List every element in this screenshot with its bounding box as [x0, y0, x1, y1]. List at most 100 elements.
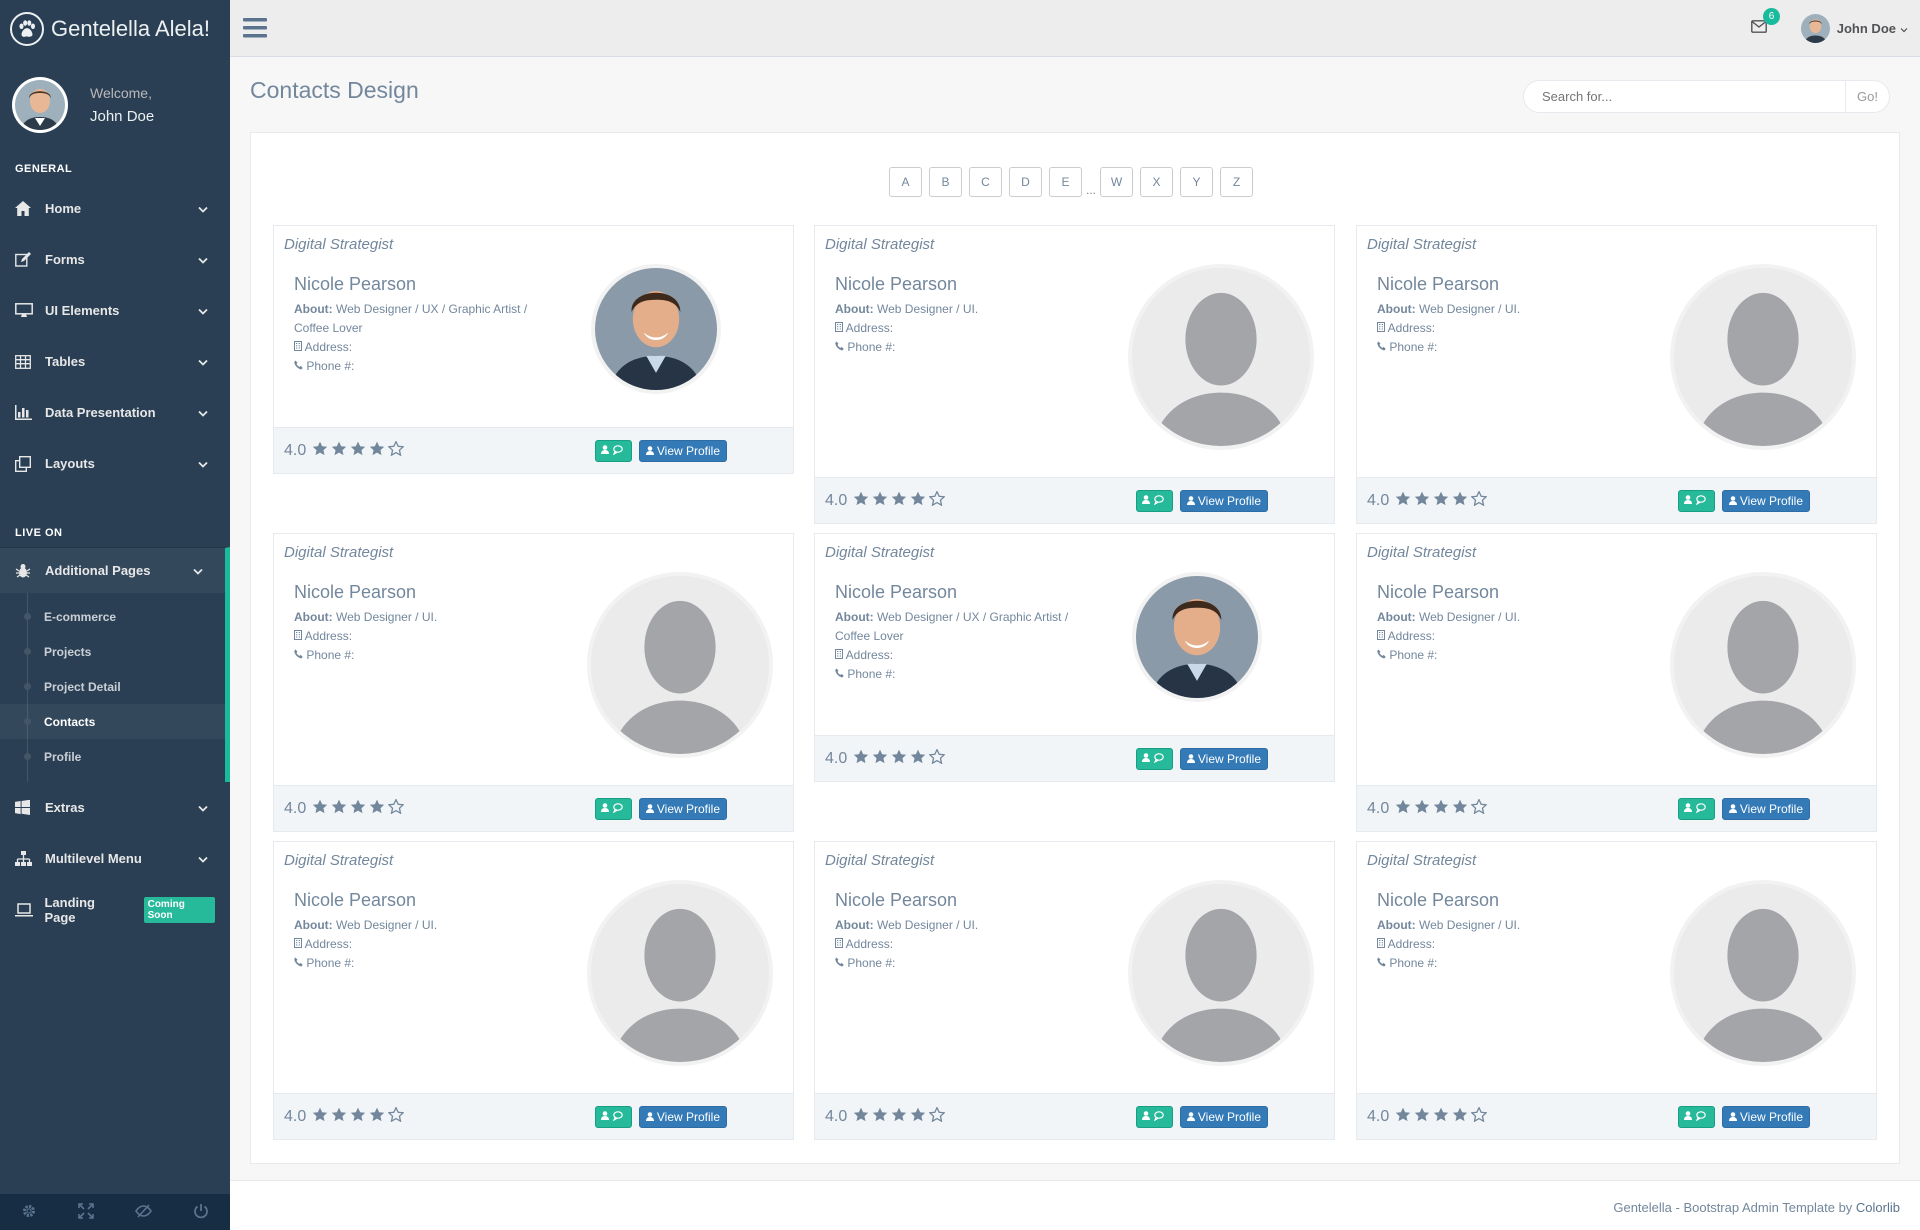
chevron-down-icon — [198, 303, 208, 318]
contact-card-footer: 4.0 View Profile — [815, 477, 1334, 523]
view-profile-button[interactable]: View Profile — [638, 440, 727, 462]
eye-slash-icon[interactable] — [135, 1203, 153, 1222]
building-icon — [1377, 629, 1385, 643]
letter-button-x[interactable]: X — [1140, 167, 1174, 197]
message-button[interactable] — [1677, 490, 1715, 512]
view-profile-button[interactable]: View Profile — [1179, 490, 1268, 512]
submenu-item-contacts[interactable]: Contacts — [0, 704, 225, 739]
submenu-item-projects[interactable]: Projects — [0, 634, 225, 669]
contact-photo — [1128, 880, 1314, 1066]
sidebar-profile: Welcome, John Doe — [0, 57, 230, 145]
rating-value: 4.0 — [1367, 492, 1390, 509]
view-profile-label: View Profile — [1197, 752, 1261, 766]
sidebar-item-landing-page[interactable]: Landing Page Coming Soon — [0, 884, 230, 935]
star-icon — [312, 799, 328, 819]
search-go-button[interactable]: Go! — [1845, 81, 1889, 112]
user-icon — [1684, 495, 1693, 507]
contact-phone: Phone #: — [1389, 956, 1438, 970]
search-input[interactable] — [1524, 81, 1845, 112]
message-button[interactable] — [594, 1106, 632, 1128]
submenu-item-e-commerce[interactable]: E-commerce — [0, 599, 225, 634]
sidebar-item-home[interactable]: Home — [0, 183, 230, 234]
sidebar-footer — [0, 1194, 230, 1230]
star-icon — [1414, 491, 1430, 511]
star-icon — [1395, 799, 1411, 819]
mail-notification[interactable]: 6 — [1751, 8, 1780, 36]
submenu-item-project-detail[interactable]: Project Detail — [0, 669, 225, 704]
sidebar-item-forms[interactable]: Forms — [0, 234, 230, 285]
about-label: About: — [1377, 610, 1416, 624]
sidebar-item-tables[interactable]: Tables — [0, 336, 230, 387]
contact-card-footer: 4.0 View Profile — [274, 427, 793, 473]
message-button[interactable] — [1135, 1106, 1173, 1128]
contact-role: Digital Strategist — [284, 544, 394, 561]
comments-icon — [1695, 494, 1708, 508]
avatar[interactable] — [12, 77, 68, 133]
sidebar-item-label: Additional Pages — [45, 563, 151, 578]
contact-phone: Phone #: — [306, 359, 355, 373]
fullscreen-icon[interactable] — [78, 1202, 94, 1222]
user-icon — [601, 445, 610, 457]
contact-role: Digital Strategist — [1367, 236, 1477, 253]
footer-link[interactable]: Colorlib — [1856, 1200, 1900, 1215]
view-profile-button[interactable]: View Profile — [1721, 490, 1810, 512]
letter-button-a[interactable]: A — [889, 167, 922, 197]
contact-role: Digital Strategist — [825, 852, 935, 869]
star-icon — [331, 1107, 347, 1127]
alphabet-ellipsis: ... — [1086, 183, 1097, 197]
letter-button-d[interactable]: D — [1009, 167, 1042, 197]
star-icon — [312, 1107, 328, 1127]
submenu-item-profile[interactable]: Profile — [0, 739, 225, 774]
view-profile-button[interactable]: View Profile — [1179, 748, 1268, 770]
menu-toggle-icon[interactable] — [243, 17, 267, 42]
message-button[interactable] — [594, 440, 632, 462]
windows-icon — [15, 800, 37, 815]
letter-button-z[interactable]: Z — [1220, 167, 1254, 197]
contact-address: Address: — [304, 629, 353, 643]
letter-button-e[interactable]: E — [1049, 167, 1082, 197]
contact-card: Digital Strategist Nicole Pearson About: W… — [273, 533, 794, 832]
user-menu[interactable]: John Doe — [1800, 14, 1908, 43]
view-profile-button[interactable]: View Profile — [1721, 798, 1810, 820]
contact-address: Address: — [304, 937, 353, 951]
sidebar-item-additional-pages[interactable]: Additional Pages — [0, 547, 230, 593]
view-profile-button[interactable]: View Profile — [1179, 1106, 1268, 1128]
sidebar-item-extras[interactable]: Extras — [0, 782, 230, 833]
sidebar-item-ui-elements[interactable]: UI Elements — [0, 285, 230, 336]
welcome-text: Welcome, — [90, 85, 152, 101]
message-button[interactable] — [594, 798, 632, 820]
gear-icon[interactable] — [21, 1203, 37, 1222]
letter-button-b[interactable]: B — [929, 167, 962, 197]
chevron-down-icon — [193, 563, 203, 578]
bug-icon — [15, 563, 37, 579]
contact-card-footer: 4.0 View Profile — [274, 785, 793, 831]
chevron-down-icon — [198, 201, 208, 216]
power-off-icon[interactable] — [193, 1203, 209, 1222]
letter-button-y[interactable]: Y — [1180, 167, 1214, 197]
message-button[interactable] — [1677, 798, 1715, 820]
envelope-icon — [1751, 20, 1767, 36]
contact-about: Web Designer / UI. — [336, 918, 438, 932]
message-button[interactable] — [1135, 490, 1173, 512]
about-label: About: — [1377, 302, 1416, 316]
view-profile-button[interactable]: View Profile — [638, 1106, 727, 1128]
star-icon — [369, 1107, 385, 1127]
sidebar-item-layouts[interactable]: Layouts — [0, 438, 230, 489]
star-empty-icon — [928, 748, 946, 769]
message-button[interactable] — [1677, 1106, 1715, 1128]
contact-about: Web Designer / UI. — [1419, 610, 1521, 624]
contact-photo — [587, 572, 773, 758]
table-icon — [15, 354, 37, 369]
user-icon — [1142, 1111, 1151, 1123]
contact-address: Address: — [1387, 937, 1436, 951]
letter-button-c[interactable]: C — [969, 167, 1002, 197]
building-icon — [294, 629, 302, 643]
sidebar-item-data-presentation[interactable]: Data Presentation — [0, 387, 230, 438]
view-profile-button[interactable]: View Profile — [1721, 1106, 1810, 1128]
sidebar-item-multilevel-menu[interactable]: Multilevel Menu — [0, 833, 230, 884]
star-empty-icon — [928, 1106, 946, 1127]
letter-button-w[interactable]: W — [1100, 167, 1134, 197]
brand[interactable]: Gentelella Alela! — [0, 0, 230, 57]
message-button[interactable] — [1135, 748, 1173, 770]
view-profile-button[interactable]: View Profile — [638, 798, 727, 820]
